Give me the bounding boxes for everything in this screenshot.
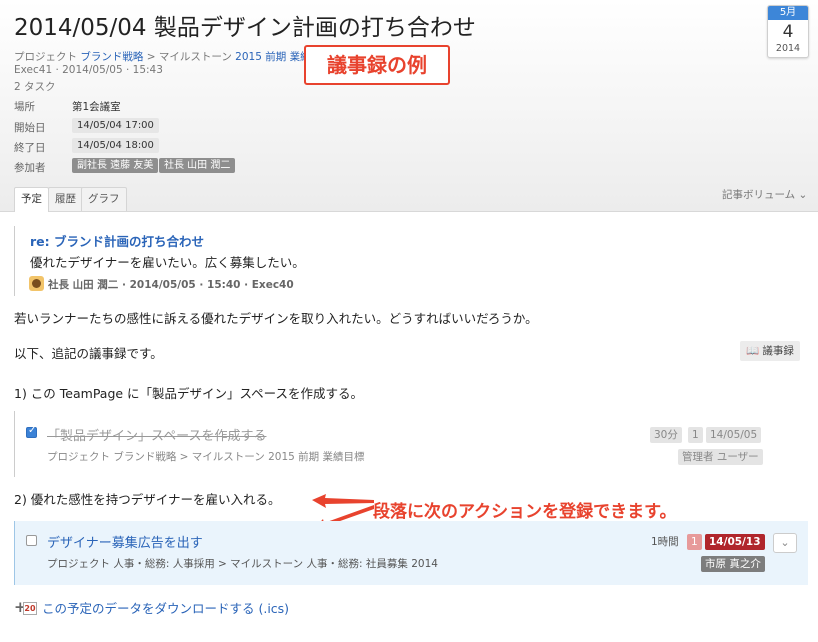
tab-schedule[interactable]: 予定: [14, 187, 49, 212]
task-row[interactable]: 「製品デザイン」スペースを作成する プロジェクト ブランド戦略 > マイルストー…: [14, 411, 808, 477]
article-volume-control[interactable]: 記事ボリューム ⌄: [722, 187, 807, 202]
minutes-tag-label: 議事録: [762, 345, 794, 357]
task-title-link[interactable]: デザイナー募集広告を出す: [47, 532, 203, 551]
callout-minutes-example: 議事録の例: [304, 45, 450, 85]
task-actions-dropdown[interactable]: ⌄: [773, 533, 797, 553]
task-count: 2 タスク: [14, 81, 56, 93]
place-value: 第1会議室: [72, 101, 121, 113]
breadcrumb-project-link[interactable]: ブランド戦略: [80, 51, 143, 63]
task-priority: 1: [687, 534, 702, 550]
task-duration: 30分: [650, 427, 682, 443]
quoted-comment: re: ブランド計画の打ち合わせ 優れたデザイナーを雇いたい。広く募集したい。 …: [14, 226, 314, 296]
attendee-tag[interactable]: 副社長 遠藤 友美: [72, 158, 159, 173]
entry-info: Exec41 · 2014/05/05 · 15:43: [14, 64, 163, 76]
task-assignee[interactable]: 市原 真之介: [701, 556, 765, 572]
task-priority: 1: [688, 427, 703, 443]
breadcrumb-prefix: プロジェクト: [14, 51, 77, 63]
download-link-text[interactable]: この予定のデータをダウンロードする (.ics): [42, 601, 289, 616]
event-header: 2014/05/04 製品デザイン計画の打ち合わせ プロジェクト ブランド戦略 …: [0, 0, 818, 212]
calendar-mini-icon: 20: [23, 602, 37, 615]
task-path: プロジェクト ブランド戦略 > マイルストーン 2015 前期 業績目標: [47, 451, 365, 463]
paragraph: 以下、追記の議事録です。: [14, 346, 163, 361]
calendar-day: 4: [782, 22, 794, 42]
book-icon: 📖: [746, 345, 760, 357]
minutes-tag-button[interactable]: 📖 議事録: [740, 341, 800, 361]
end-value: 14/05/04 18:00: [72, 138, 159, 153]
paragraph: 若いランナーたちの感性に訴える優れたデザインを取り入れたい。どうすればいいだろう…: [14, 311, 538, 326]
start-label: 開始日: [14, 122, 46, 134]
page-title: 2014/05/04 製品デザイン計画の打ち合わせ: [14, 15, 476, 41]
calendar-icon: 5月 4 2014: [767, 5, 809, 58]
tab-graph[interactable]: グラフ: [81, 187, 127, 211]
calendar-year: 2014: [775, 43, 801, 54]
task-duration: 1時間: [651, 536, 679, 548]
chevron-down-icon: ⌄: [780, 536, 790, 549]
download-ics-link[interactable]: + 20 この予定のデータをダウンロードする (.ics): [14, 598, 289, 617]
paragraph-item-2: 2) 優れた感性を持つデザイナーを雇い入れる。: [14, 492, 281, 507]
quote-title-link[interactable]: re: ブランド計画の打ち合わせ: [30, 231, 204, 250]
task-row[interactable]: デザイナー募集広告を出す プロジェクト 人事・総務: 人事採用 > マイルストー…: [14, 521, 808, 585]
paragraph-item-1: 1) この TeamPage に「製品デザイン」スペースを作成する。: [14, 386, 364, 401]
end-label: 終了日: [14, 142, 46, 154]
quote-author-text: 社長 山田 潤二 · 2014/05/05 · 15:40 · Exec40: [48, 279, 294, 291]
arrow-icon: [312, 494, 374, 508]
task-title[interactable]: 「製品デザイン」スペースを作成する: [47, 425, 266, 444]
breadcrumb-separator: >: [146, 51, 156, 63]
calendar-month: 5月: [768, 6, 808, 20]
quote-author: 社長 山田 潤二 · 2014/05/05 · 15:40 · Exec40: [29, 276, 294, 292]
task-checkbox[interactable]: [26, 535, 37, 546]
avatar: [29, 276, 44, 291]
start-value: 14/05/04 17:00: [72, 118, 159, 133]
quote-body: 優れたデザイナーを雇いたい。広く募集したい。: [30, 255, 305, 270]
tab-history[interactable]: 履歴: [48, 187, 83, 211]
add-calendar-icon: + 20: [14, 598, 38, 616]
attendee-tag[interactable]: 社長 山田 潤二: [159, 158, 236, 173]
task-path: プロジェクト 人事・総務: 人事採用 > マイルストーン 人事・総務: 社員募集…: [47, 558, 438, 570]
task-due-date-overdue: 14/05/13: [705, 534, 765, 550]
task-assignee[interactable]: 管理者 ユーザー: [678, 449, 763, 465]
place-label: 場所: [14, 101, 35, 113]
task-checkbox[interactable]: [26, 425, 37, 438]
attendees-label: 参加者: [14, 162, 46, 174]
breadcrumb-milestone-label: マイルストーン: [158, 51, 232, 63]
task-due-date: 14/05/05: [706, 427, 762, 443]
breadcrumb: プロジェクト ブランド戦略 > マイルストーン 2015 前期 業績目標: [14, 49, 332, 64]
annotation-text: 段落に次のアクションを登録できます。: [373, 502, 677, 522]
